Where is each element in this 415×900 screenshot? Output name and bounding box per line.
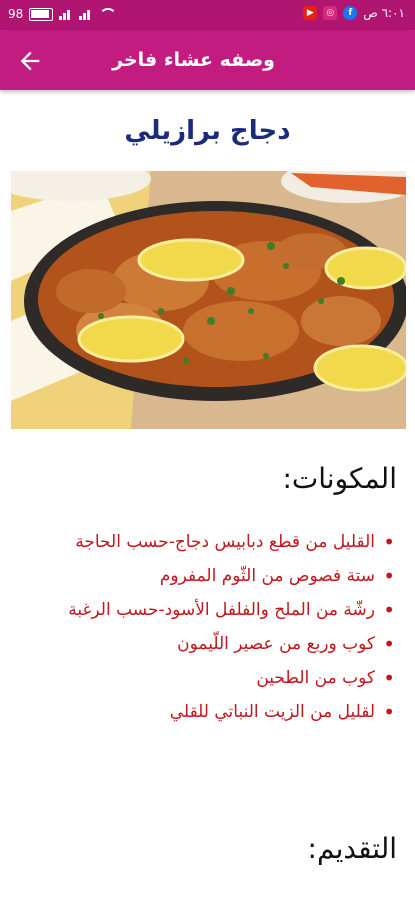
list-item: رشّة من الملح والفلفل الأسود-حسب الرغبة bbox=[17, 593, 397, 627]
preparation-heading: التقديم: bbox=[307, 832, 397, 865]
youtube-icon: ▶ bbox=[303, 6, 318, 20]
facebook-icon: f bbox=[343, 6, 358, 20]
recipe-photo bbox=[11, 171, 406, 429]
app-bar: وصفه عشاء فاخر bbox=[0, 30, 415, 90]
battery-percent: 98 bbox=[8, 7, 24, 21]
dish-image bbox=[11, 171, 406, 429]
list-item: كوب وربع من عصير اللّيمون bbox=[17, 627, 397, 661]
status-right: ▶ ◎ f ٦:٠١ ص bbox=[303, 6, 405, 20]
signal-icon bbox=[59, 8, 73, 20]
list-item: القليل من قطع دبابيس دجاج-حسب الحاجة bbox=[17, 525, 397, 559]
ingredients-list: القليل من قطع دبابيس دجاج-حسب الحاجة ستة… bbox=[17, 525, 397, 729]
app-title: وصفه عشاء فاخر bbox=[112, 49, 275, 71]
instagram-icon: ◎ bbox=[323, 6, 338, 20]
clock: ٦:٠١ ص bbox=[363, 6, 405, 20]
back-button[interactable] bbox=[16, 47, 44, 75]
arrow-back-icon bbox=[20, 51, 40, 71]
battery-icon bbox=[29, 7, 54, 21]
wifi-icon bbox=[99, 7, 118, 21]
status-bar: 98 ▶ ◎ f ٦:٠١ ص bbox=[0, 0, 415, 30]
recipe-title: دجاج برازيلي bbox=[124, 116, 291, 146]
list-item: لقليل من الزيت النباتي للقلي bbox=[17, 695, 397, 729]
list-item: كوب من الطحين bbox=[17, 661, 397, 695]
signal-icon-2 bbox=[79, 8, 93, 20]
status-left: 98 bbox=[8, 7, 118, 21]
ingredients-heading: المكونات: bbox=[282, 462, 397, 495]
list-item: ستة فصوص من الثّوم المفروم bbox=[17, 559, 397, 593]
